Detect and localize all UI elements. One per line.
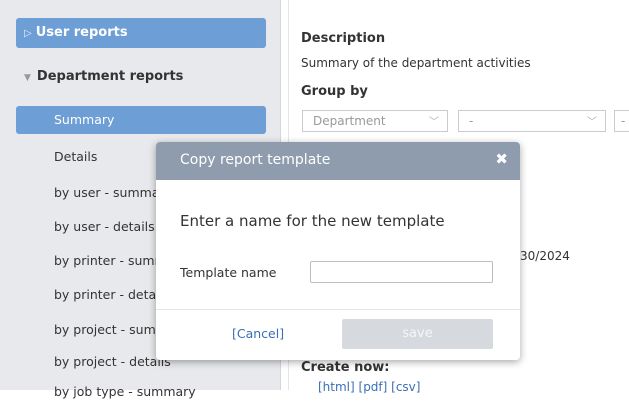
dialog-header: Copy report template ✖ [156,142,520,180]
expand-triangle-icon: ▷ [24,28,32,39]
create-now-heading: Create now: [301,360,390,375]
department-reports-header[interactable]: ▼ Department reports [16,66,266,92]
user-reports-label: User reports [35,25,128,40]
user-reports-header[interactable]: ▷ User reports [16,18,266,48]
group-by-select-2[interactable]: - ﹀ [458,110,606,132]
department-reports-label: Department reports [36,69,184,84]
copy-template-dialog: Copy report template ✖ Enter a name for … [156,142,520,360]
cancel-link[interactable]: [Cancel] [232,326,284,341]
template-name-label: Template name [180,265,277,280]
group-by-select-3[interactable]: - [614,110,629,132]
chevron-down-icon: ﹀ [587,117,597,128]
group-by-select-2-value: - [469,114,474,128]
template-name-input[interactable] [310,261,493,283]
group-by-select-3-value: - [621,114,626,128]
description-heading: Description [301,31,386,46]
save-button[interactable]: save [342,319,493,349]
sidebar-item-by-job-type-summary[interactable]: by job type - summary [16,378,266,406]
date-range-text: 30/2024 [520,249,570,263]
dialog-divider [156,309,520,310]
collapse-triangle-icon: ▼ [24,73,31,83]
sidebar-item-summary[interactable]: Summary [16,106,266,134]
dialog-title: Copy report template [180,152,331,168]
create-now-links[interactable]: [html] [pdf] [csv] [318,380,420,394]
group-by-select-1-value: Department [313,114,386,128]
group-by-heading: Group by [301,84,368,99]
group-by-select-1[interactable]: Department ﹀ [302,110,448,132]
description-text: Summary of the department activities [301,56,531,70]
chevron-down-icon: ﹀ [429,117,439,128]
close-icon[interactable]: ✖ [495,150,508,168]
dialog-prompt: Enter a name for the new template [180,212,445,230]
